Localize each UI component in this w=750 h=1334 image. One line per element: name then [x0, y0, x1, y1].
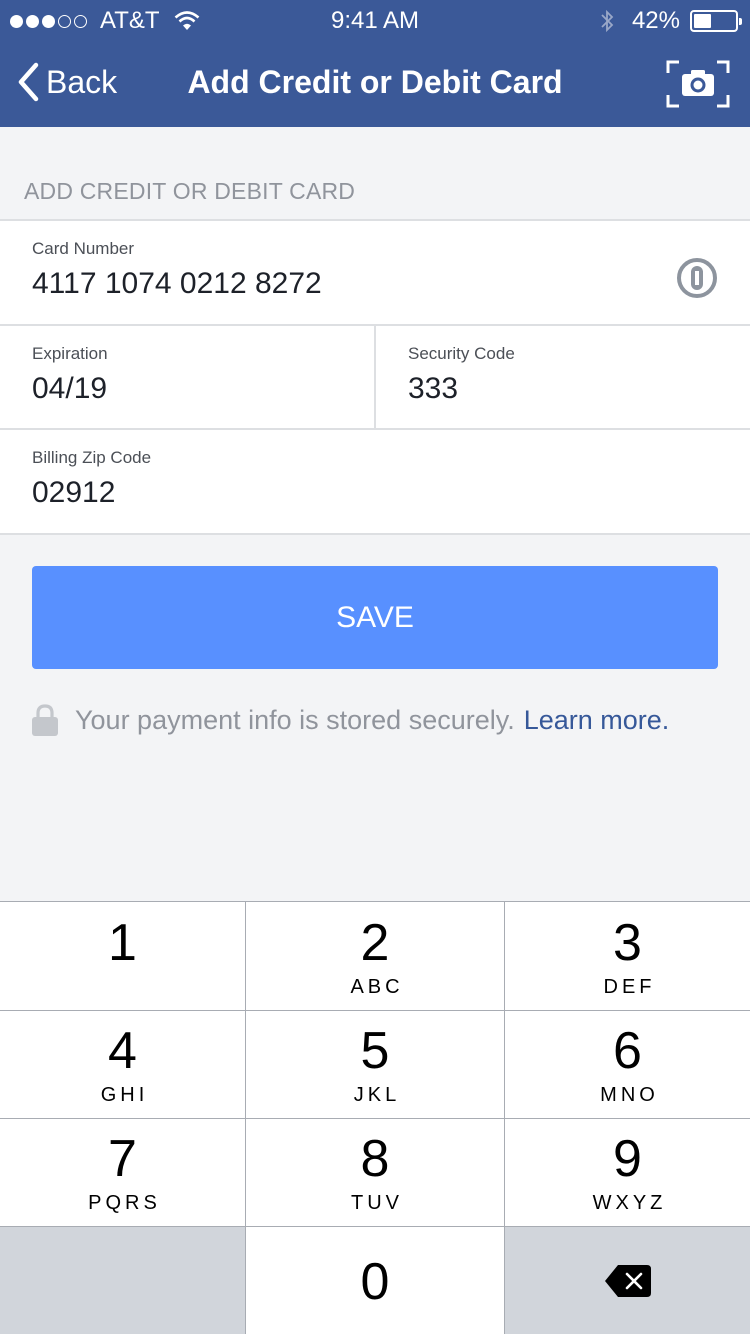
key-letters: GHI — [100, 1084, 149, 1106]
key-7[interactable]: 7 PQRS — [0, 1119, 245, 1226]
backspace-icon — [604, 1265, 651, 1297]
key-digit: 8 — [360, 1130, 390, 1188]
secure-note-text: Your payment info is stored securely. — [75, 704, 515, 735]
password-manager-icon[interactable] — [676, 257, 718, 299]
key-digit: 4 — [108, 1022, 137, 1080]
keypad-divider — [0, 1010, 750, 1011]
key-digit: 2 — [360, 914, 390, 972]
security-code-field[interactable]: Security Code 333 — [376, 326, 750, 428]
section-header: ADD CREDIT OR DEBIT CARD — [24, 178, 356, 204]
key-letters: JKL — [353, 1084, 401, 1106]
key-3[interactable]: 3 DEF — [505, 903, 750, 1010]
keypad-divider — [504, 902, 505, 1334]
expiration-field[interactable]: Expiration 04/19 — [0, 326, 376, 428]
key-letters: MNO — [600, 1084, 659, 1106]
secure-payment-note: Your payment info is stored securely. Le… — [32, 702, 669, 738]
security-code-label: Security Code — [408, 344, 515, 363]
key-digit: 7 — [108, 1130, 137, 1188]
card-form: Card Number 4117 1074 0212 8272 Expirati… — [0, 219, 750, 535]
scan-card-button[interactable] — [666, 60, 730, 108]
battery-icon — [690, 10, 742, 32]
key-letters: TUV — [351, 1192, 403, 1214]
billing-zip-row: Billing Zip Code 02912 — [0, 430, 750, 534]
key-6[interactable]: 6 MNO — [505, 1011, 750, 1118]
key-letters: DEF — [603, 976, 656, 998]
key-9[interactable]: 9 WXYZ — [505, 1119, 750, 1226]
battery-level — [694, 14, 711, 28]
numeric-keypad: 1 2 ABC 3 DEF 4 GHI 5 JKL 6 MNO 7 PQRS 8… — [0, 901, 750, 1334]
key-blank — [0, 1227, 245, 1334]
security-code-value: 333 — [408, 372, 459, 405]
key-digit: 3 — [613, 914, 642, 972]
keypad-divider — [0, 1118, 750, 1119]
delete-key[interactable] — [505, 1227, 750, 1334]
camera-scan-icon — [666, 60, 730, 108]
lock-icon — [32, 704, 58, 736]
page-title: Add Credit or Debit Card — [187, 64, 563, 100]
key-digit: 1 — [108, 914, 137, 972]
battery-percent: 42% — [631, 7, 680, 34]
card-number-field[interactable]: Card Number 4117 1074 0212 8272 — [0, 221, 750, 324]
billing-zip-field[interactable]: Billing Zip Code 02912 — [0, 430, 750, 534]
key-2[interactable]: 2 ABC — [246, 903, 504, 1010]
key-0[interactable]: 0 — [246, 1227, 504, 1334]
key-digit: 9 — [613, 1130, 642, 1188]
bluetooth-icon — [601, 9, 614, 33]
billing-zip-label: Billing Zip Code — [32, 448, 152, 467]
status-bar: AT&T 9:41 AM 42% — [0, 0, 750, 40]
key-letters: ABC — [350, 976, 404, 998]
key-letters: PQRS — [88, 1192, 161, 1214]
keypad-divider — [245, 902, 246, 1334]
key-8[interactable]: 8 TUV — [246, 1119, 504, 1226]
expiration-security-row: Expiration 04/19 Security Code 333 — [0, 326, 750, 430]
expiration-value: 04/19 — [32, 372, 108, 405]
card-number-row: Card Number 4117 1074 0212 8272 — [0, 221, 750, 326]
key-digit: 5 — [360, 1022, 390, 1080]
key-5[interactable]: 5 JKL — [246, 1011, 504, 1118]
card-number-value: 4117 1074 0212 8272 — [32, 267, 322, 300]
card-number-label: Card Number — [32, 239, 135, 258]
learn-more-link[interactable]: Learn more. — [524, 705, 670, 736]
status-bar-right: 42% — [600, 7, 742, 35]
keypad-divider — [0, 1226, 750, 1227]
key-letters: WXYZ — [592, 1192, 667, 1214]
billing-zip-value: 02912 — [32, 476, 116, 509]
expiration-label: Expiration — [32, 344, 108, 363]
key-4[interactable]: 4 GHI — [0, 1011, 245, 1118]
key-digit: 6 — [613, 1022, 642, 1080]
key-digit: 0 — [360, 1253, 390, 1311]
key-1[interactable]: 1 — [0, 903, 245, 1010]
navigation-bar: Back Add Credit or Debit Card — [0, 40, 750, 127]
save-button[interactable]: SAVE — [32, 566, 718, 669]
